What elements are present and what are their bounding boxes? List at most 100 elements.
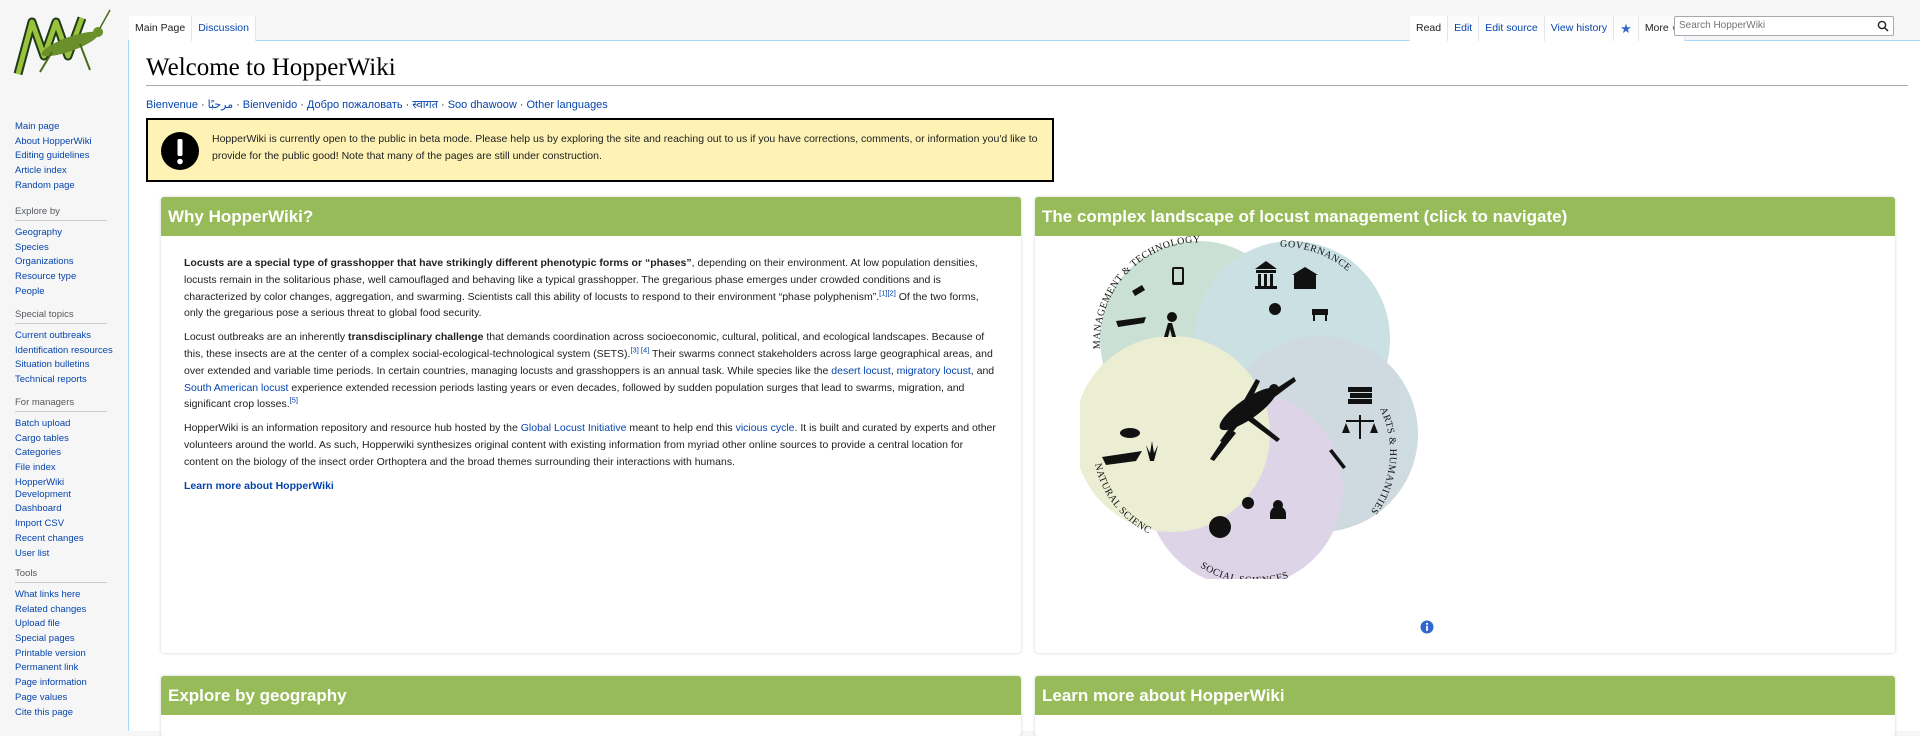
sidebar-link-about-hopperwiki[interactable]: About HopperWiki xyxy=(15,136,92,147)
sidebar-link-dashboard[interactable]: Dashboard xyxy=(15,503,61,514)
language-link[interactable]: Bienvenue xyxy=(146,99,198,111)
sidebar-explore-heading: Explore by xyxy=(15,206,107,221)
language-link[interactable]: مرحبًا xyxy=(208,99,233,111)
tab-edit-label[interactable]: Edit xyxy=(1454,22,1472,34)
tab-read[interactable]: Read xyxy=(1410,16,1449,41)
watch-star-button[interactable]: ★ xyxy=(1614,16,1639,41)
language-link[interactable]: स्वागत xyxy=(412,99,438,111)
p1-bold: Locusts are a special type of grasshoppe… xyxy=(184,257,692,269)
sidebar-link-hopperwiki-development[interactable]: HopperWiki Development xyxy=(15,477,71,500)
sidebar-item: Categories xyxy=(15,447,115,459)
sidebar-link-recent-changes[interactable]: Recent changes xyxy=(15,533,84,544)
language-link[interactable]: Добро пожаловать xyxy=(307,99,403,111)
sidebar-link-file-index[interactable]: File index xyxy=(15,462,56,473)
learn-more-card: Learn more about HopperWiki xyxy=(1035,676,1895,736)
sidebar-link-upload-file[interactable]: Upload file xyxy=(15,618,60,629)
sidebar-managers: For managers Batch upload Cargo tables Cat… xyxy=(15,397,115,562)
sidebar-link-page-information[interactable]: Page information xyxy=(15,677,87,688)
sidebar-link-current-outbreaks[interactable]: Current outbreaks xyxy=(15,330,91,341)
sidebar-link-organizations[interactable]: Organizations xyxy=(15,256,74,267)
sidebar-link-situation-bulletins[interactable]: Situation bulletins xyxy=(15,359,89,370)
sidebar-link-related-changes[interactable]: Related changes xyxy=(15,604,86,615)
tab-discussion-label[interactable]: Discussion xyxy=(198,22,249,34)
why-hopperwiki-body: Locusts are a special type of grasshoppe… xyxy=(184,255,996,494)
sidebar-item: Situation bulletins xyxy=(15,359,115,371)
citation-1-2[interactable]: [1][2] xyxy=(879,288,896,297)
sidebar-item: Upload file xyxy=(15,618,115,630)
p2-bold: transdisciplinary challenge xyxy=(348,331,484,344)
tab-view-history[interactable]: View history xyxy=(1544,16,1615,41)
why-paragraph-3: HopperWiki is an information repository … xyxy=(184,420,996,470)
migratory-locust-link[interactable]: migratory locust xyxy=(897,365,971,377)
sidebar-link-technical-reports[interactable]: Technical reports xyxy=(15,374,87,385)
tab-read-label: Read xyxy=(1416,22,1442,34)
explore-geography-heading: Explore by geography xyxy=(161,676,1021,715)
sidebar-link-people[interactable]: People xyxy=(15,286,45,297)
title-divider xyxy=(146,85,1908,86)
sidebar-link-editing-guidelines[interactable]: Editing guidelines xyxy=(15,150,89,161)
sidebar-link-categories[interactable]: Categories xyxy=(15,447,61,458)
sidebar-link-batch-upload[interactable]: Batch upload xyxy=(15,418,70,429)
sidebar-link-identification-resources[interactable]: Identification resources xyxy=(15,345,113,356)
sidebar-item: Article index xyxy=(15,165,115,177)
sidebar-special: Special topics Current outbreaks Identifi… xyxy=(15,309,115,389)
language-link[interactable]: Bienvenido xyxy=(243,99,297,111)
sidebar-link-geography[interactable]: Geography xyxy=(15,227,62,238)
locust-management-venn-diagram: MANAGEMENT & TECHNOLOGY GOVERNANCE ARTS … xyxy=(1080,229,1418,579)
sidebar-link-cite-this-page[interactable]: Cite this page xyxy=(15,707,73,718)
notice-text: HopperWiki is currently open to the publ… xyxy=(212,133,1038,162)
info-icon[interactable] xyxy=(1420,620,1434,634)
global-locust-initiative-link[interactable]: Global Locust Initiative xyxy=(521,422,627,434)
sidebar-item: Page values xyxy=(15,692,115,704)
sidebar-item: Geography xyxy=(15,227,115,239)
search-input[interactable] xyxy=(1675,17,1873,34)
sidebar-link-printable-version[interactable]: Printable version xyxy=(15,648,86,659)
sidebar-link-main-page[interactable]: Main page xyxy=(15,121,59,132)
tab-main-page[interactable]: Main Page xyxy=(129,16,193,41)
language-link[interactable]: Soo dhawoow xyxy=(448,99,517,111)
sidebar-item: Current outbreaks xyxy=(15,330,115,342)
sidebar-link-page-values[interactable]: Page values xyxy=(15,692,67,703)
sidebar-item: Dashboard xyxy=(15,503,115,515)
sidebar-link-resource-type[interactable]: Resource type xyxy=(15,271,76,282)
sidebar-link-user-list[interactable]: User list xyxy=(15,548,49,559)
sidebar-link-species[interactable]: Species xyxy=(15,242,49,253)
sidebar-item: About HopperWiki xyxy=(15,136,115,148)
sidebar-link-permanent-link[interactable]: Permanent link xyxy=(15,662,78,673)
tab-discussion[interactable]: Discussion xyxy=(192,16,256,41)
sidebar-item: Random page xyxy=(15,180,115,192)
vicious-cycle-link[interactable]: vicious cycle xyxy=(736,422,795,434)
sidebar: Main page About HopperWiki Editing guideli… xyxy=(0,0,128,730)
citation-3-4[interactable]: [3] [4] xyxy=(630,345,649,354)
page-title: Welcome to HopperWiki xyxy=(146,54,396,81)
view-tabs: Read Edit Edit source View history ★ Mor… xyxy=(1410,16,1685,41)
south-american-locust-link[interactable]: South American locust xyxy=(184,382,288,394)
sidebar-item: Organizations xyxy=(15,256,115,268)
sidebar-item: What links here xyxy=(15,589,115,601)
sidebar-link-cargo-tables[interactable]: Cargo tables xyxy=(15,433,69,444)
sidebar-item: Printable version xyxy=(15,648,115,660)
search-icon[interactable] xyxy=(1877,20,1889,32)
sidebar-link-random-page[interactable]: Random page xyxy=(15,180,75,191)
p3-text-a: HopperWiki is an information repository … xyxy=(184,422,521,435)
sidebar-item: Import CSV xyxy=(15,518,115,530)
citation-5[interactable]: [5] xyxy=(290,396,298,405)
desert-locust-link[interactable]: desert locust xyxy=(831,365,891,377)
sidebar-item: Main page xyxy=(15,121,115,133)
learn-more-link[interactable]: Learn more about HopperWiki xyxy=(184,480,334,492)
tab-edit-source-label[interactable]: Edit source xyxy=(1485,22,1538,34)
locust-management-card: The complex landscape of locust manageme… xyxy=(1035,197,1895,653)
hopperwiki-logo[interactable] xyxy=(10,4,114,84)
sidebar-link-special-pages[interactable]: Special pages xyxy=(15,633,75,644)
tab-edit[interactable]: Edit xyxy=(1448,16,1480,41)
sidebar-link-import-csv[interactable]: Import CSV xyxy=(15,518,64,529)
sidebar-item: HopperWiki Development xyxy=(15,477,115,501)
search-box xyxy=(1674,16,1894,36)
sidebar-link-what-links-here[interactable]: What links here xyxy=(15,589,80,600)
sidebar-link-article-index[interactable]: Article index xyxy=(15,165,67,176)
sidebar-item: Cargo tables xyxy=(15,433,115,445)
tab-edit-source[interactable]: Edit source xyxy=(1479,16,1545,41)
tab-view-history-label[interactable]: View history xyxy=(1551,22,1607,34)
language-link[interactable]: Other languages xyxy=(526,99,607,111)
sidebar-item: Resource type xyxy=(15,271,115,283)
